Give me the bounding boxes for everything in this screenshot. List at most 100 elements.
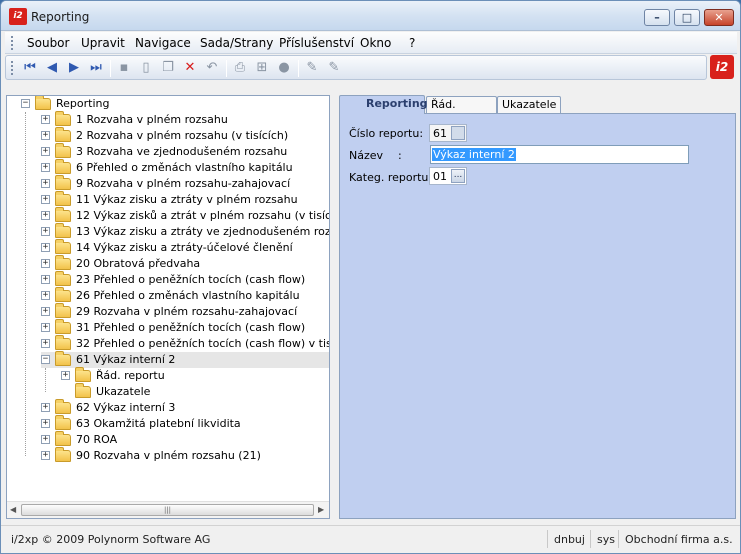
tree-item[interactable]: +62 Výkaz interní 3 <box>41 399 329 416</box>
maximize-button[interactable]: □ <box>674 9 700 26</box>
menu-okno[interactable]: Okno <box>360 36 391 50</box>
folder-icon <box>55 159 71 174</box>
nazev-colon: : <box>398 149 402 162</box>
expand-icon[interactable]: + <box>41 131 50 140</box>
edit2-icon[interactable]: ✎ <box>326 60 342 76</box>
tree-item[interactable]: +12 Výkaz zisků a ztrát v plném rozsahu … <box>41 207 329 224</box>
expand-icon[interactable]: + <box>41 195 50 204</box>
new-icon[interactable]: ▯ <box>138 60 154 76</box>
prev-record-icon[interactable]: ◀ <box>44 60 60 76</box>
expand-icon[interactable]: + <box>61 371 70 380</box>
status-user: dnbuj <box>554 533 585 546</box>
folder-icon <box>55 207 71 222</box>
tree-item[interactable]: +90 Rozvaha v plném rozsahu (21) <box>41 447 329 464</box>
tab-rad-reportu[interactable]: Řád. reportu <box>426 96 497 124</box>
horizontal-scrollbar[interactable]: ◀ ||| ▶ <box>7 501 329 518</box>
export-icon[interactable]: ● <box>276 60 292 76</box>
expand-icon[interactable]: + <box>41 307 50 316</box>
tree-root[interactable]: − Reporting <box>21 96 321 112</box>
tab-ukazatele[interactable]: Ukazatele <box>497 96 561 113</box>
tree-icon[interactable]: ⊞ <box>254 60 270 76</box>
expand-icon[interactable]: + <box>41 227 50 236</box>
save-icon[interactable]: ▪ <box>116 60 132 76</box>
menu-soubor[interactable]: Soubor <box>27 36 69 50</box>
expand-icon[interactable]: + <box>41 419 50 428</box>
tree-item[interactable]: +14 Výkaz zisku a ztráty-účelové členění <box>41 239 329 256</box>
tree-child-item[interactable]: + Řád. reportu <box>61 367 321 384</box>
tree-item-label: 11 Výkaz zisku a ztráty v plném rozsahu <box>76 193 298 206</box>
tree-item[interactable]: +63 Okamžitá platební likvidita <box>41 415 329 432</box>
close-button[interactable]: ✕ <box>704 9 734 26</box>
cislo-reportu-field[interactable]: 61 <box>429 124 467 142</box>
cislo-lookup-button[interactable] <box>451 126 465 140</box>
scroll-right-icon[interactable]: ▶ <box>318 505 324 514</box>
menu-help[interactable]: ? <box>409 36 415 50</box>
collapse-icon[interactable]: − <box>41 355 50 364</box>
tree-item-label: 6 Přehled o změnách vlastního kapitálu <box>76 161 293 174</box>
tree-item[interactable]: +32 Přehled o peněžních tocích (cash flo… <box>41 335 329 352</box>
kateg-reportu-field[interactable]: 01 ... <box>429 167 467 185</box>
folder-icon <box>55 399 71 414</box>
tree-item-label: 31 Přehled o peněžních tocích (cash flow… <box>76 321 306 334</box>
tree-child-item[interactable]: Ukazatele <box>61 383 321 400</box>
expand-icon[interactable]: + <box>41 451 50 460</box>
expand-icon[interactable]: + <box>41 291 50 300</box>
scroll-left-icon[interactable]: ◀ <box>10 505 16 514</box>
tree-item[interactable]: +3 Rozvaha ve zjednodušeném rozsahu <box>41 143 329 160</box>
title-bar: i2 Reporting – □ ✕ <box>1 1 740 31</box>
expand-icon[interactable]: + <box>41 179 50 188</box>
last-record-icon[interactable]: ⏭ <box>88 60 104 76</box>
status-bar: i/2xp © 2009 Polynorm Software AG dnbuj … <box>1 525 740 553</box>
tree-item-label: 12 Výkaz zisků a ztrát v plném rozsahu (… <box>76 209 329 222</box>
tree-item[interactable]: +31 Přehled o peněžních tocích (cash flo… <box>41 319 329 336</box>
expand-icon[interactable]: + <box>41 115 50 124</box>
expand-icon[interactable]: + <box>41 339 50 348</box>
folder-icon <box>55 415 71 430</box>
menu-sada-strany[interactable]: Sada/Strany <box>200 36 273 50</box>
edit-icon[interactable]: ✎ <box>304 60 320 76</box>
tree-item[interactable]: +70 ROA <box>41 431 329 448</box>
tree-item[interactable]: +20 Obratová předvaha <box>41 255 329 272</box>
tree-item[interactable]: +1 Rozvaha v plném rozsahu <box>41 111 329 128</box>
tree-item[interactable]: +6 Přehled o změnách vlastního kapitálu <box>41 159 329 176</box>
expand-icon[interactable]: + <box>41 163 50 172</box>
menu-navigace[interactable]: Navigace <box>135 36 191 50</box>
undo-icon[interactable]: ↶ <box>204 60 220 76</box>
tree-item[interactable]: +11 Výkaz zisku a ztráty v plném rozsahu <box>41 191 329 208</box>
tree-item-label: 61 Výkaz interní 2 <box>76 353 176 366</box>
tree-item-label: 13 Výkaz zisku a ztráty ve zjednodušeném… <box>76 225 329 238</box>
expand-icon[interactable]: + <box>41 147 50 156</box>
nazev-input[interactable]: Výkaz interní 2 <box>430 145 689 164</box>
first-record-icon[interactable]: ⏮ <box>22 60 38 76</box>
expand-icon[interactable]: + <box>41 323 50 332</box>
next-record-icon[interactable]: ▶ <box>66 60 82 76</box>
tree-item-label: 9 Rozvaha v plném rozsahu-zahajovací <box>76 177 291 190</box>
tree-item-label: 90 Rozvaha v plném rozsahu (21) <box>76 449 261 462</box>
expand-icon[interactable]: + <box>41 243 50 252</box>
expand-icon[interactable]: + <box>41 211 50 220</box>
expand-icon[interactable]: + <box>41 259 50 268</box>
tree-item[interactable]: +29 Rozvaha v plném rozsahu-zahajovací <box>41 303 329 320</box>
tree-item-label: 23 Přehled o peněžních tocích (cash flow… <box>76 273 306 286</box>
expand-icon[interactable]: + <box>41 435 50 444</box>
tree-item[interactable]: +13 Výkaz zisku a ztráty ve zjednodušené… <box>41 223 329 240</box>
expand-icon[interactable]: + <box>41 275 50 284</box>
tree-item[interactable]: +2 Rozvaha v plném rozsahu (v tisících) <box>41 127 329 144</box>
print-icon[interactable]: ⎙ <box>232 60 248 76</box>
tab-reporting[interactable]: Reporting <box>339 95 428 114</box>
menu-upravit[interactable]: Upravit <box>81 36 125 50</box>
copy-icon[interactable]: ❐ <box>160 60 176 76</box>
tree-item[interactable]: +9 Rozvaha v plném rozsahu-zahajovací <box>41 175 329 192</box>
scroll-thumb[interactable]: ||| <box>21 504 314 516</box>
minimize-button[interactable]: – <box>644 9 670 26</box>
folder-icon <box>55 319 71 334</box>
collapse-icon[interactable]: − <box>21 99 30 108</box>
kateg-lookup-button[interactable]: ... <box>451 169 465 183</box>
tree-item[interactable]: − 61 Výkaz interní 2 <box>41 351 329 368</box>
tree-item[interactable]: +23 Přehled o peněžních tocích (cash flo… <box>41 271 329 288</box>
delete-icon[interactable]: ✕ <box>182 60 198 76</box>
expand-icon[interactable]: + <box>41 403 50 412</box>
menu-prislusenstvi[interactable]: Příslušenství <box>279 36 354 50</box>
folder-icon <box>55 335 71 350</box>
tree-item[interactable]: +26 Přehled o změnách vlastního kapitálu <box>41 287 329 304</box>
